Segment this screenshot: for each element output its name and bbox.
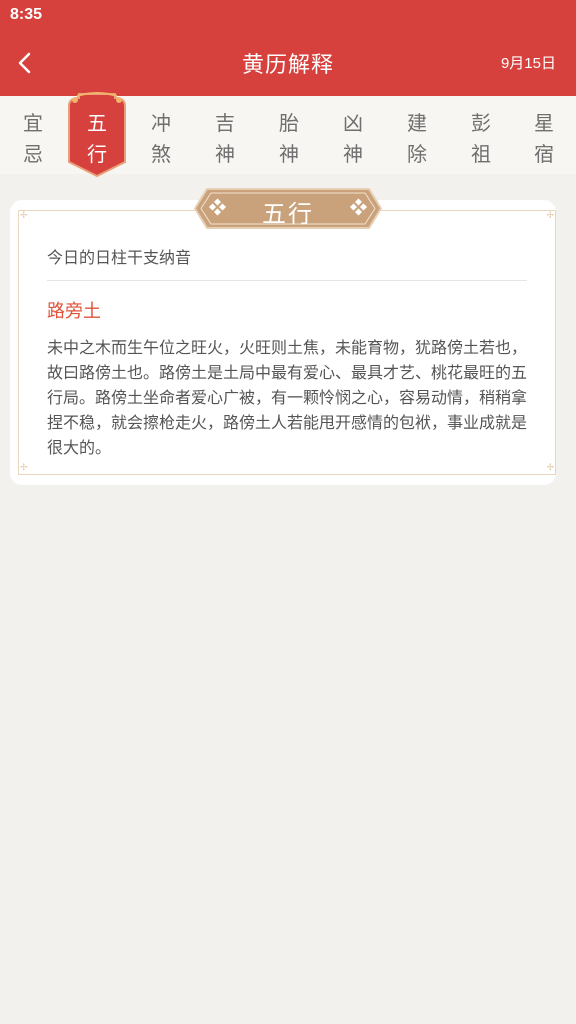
tab-label-bottom: 宿	[534, 142, 554, 166]
corner-ornament-icon: ✢	[546, 211, 554, 221]
tab-label-top: 冲	[151, 111, 171, 135]
tab-wuxing[interactable]: 五 行	[65, 92, 129, 178]
tab-yi-ji[interactable]: 宜 忌	[1, 96, 65, 174]
page-title: 黄历解释	[241, 53, 334, 78]
card-subtitle: 今日的日柱干支纳音	[47, 248, 192, 267]
tab-bar: 宜 忌 五 行 冲 煞 吉 神 胎 神 凶 神 建 除 彭 祖 星 宿	[0, 92, 576, 178]
tab-label-top: 五	[87, 111, 107, 135]
status-time: 8:35	[10, 6, 43, 23]
corner-ornament-icon: ✢	[546, 463, 554, 473]
tab-label-bottom: 祖	[471, 142, 491, 166]
tab-label-bottom: 除	[407, 142, 427, 166]
divider	[47, 280, 527, 281]
tab-label-top: 宜	[23, 111, 43, 135]
tab-xiong-shen[interactable]: 凶 神	[321, 96, 385, 174]
tab-label-bottom: 忌	[23, 142, 43, 166]
tab-jian-chu[interactable]: 建 除	[385, 96, 449, 174]
tab-peng-zu[interactable]: 彭 祖	[449, 96, 513, 174]
nayin-name: 路旁土	[47, 301, 101, 322]
tab-label-bottom: 行	[87, 142, 107, 166]
tab-chong-sha[interactable]: 冲 煞	[129, 96, 193, 174]
section-badge: 五行	[193, 187, 383, 230]
tab-xing-su[interactable]: 星 宿	[512, 96, 576, 174]
badge-title: 五行	[262, 200, 314, 228]
tab-label-top: 胎	[279, 111, 299, 135]
nayin-description: 未中之木而生午位之旺火，火旺则土焦，未能育物，犹路傍土若也，故曰路傍土也。路傍土…	[47, 338, 528, 457]
corner-ornament-icon: ✢	[20, 463, 28, 473]
tab-label-top: 吉	[215, 111, 235, 135]
tab-label-bottom: 神	[279, 142, 299, 166]
header-date: 9月15日	[500, 55, 556, 72]
tab-label-bottom: 神	[215, 142, 235, 166]
app-header: 黄历解释 9月15日	[0, 30, 576, 96]
tab-label-top: 建	[407, 111, 427, 135]
tab-label-top: 凶	[343, 111, 363, 135]
corner-ornament-icon: ✢	[20, 211, 28, 221]
tab-label-top: 彭	[471, 111, 491, 135]
tab-label-bottom: 神	[343, 142, 363, 166]
tab-label-bottom: 煞	[151, 142, 171, 166]
status-bar: 8:35	[0, 0, 576, 30]
tab-label-top: 星	[534, 111, 554, 135]
tab-tai-shen[interactable]: 胎 神	[257, 96, 321, 174]
tab-ji-shen[interactable]: 吉 神	[193, 96, 257, 174]
